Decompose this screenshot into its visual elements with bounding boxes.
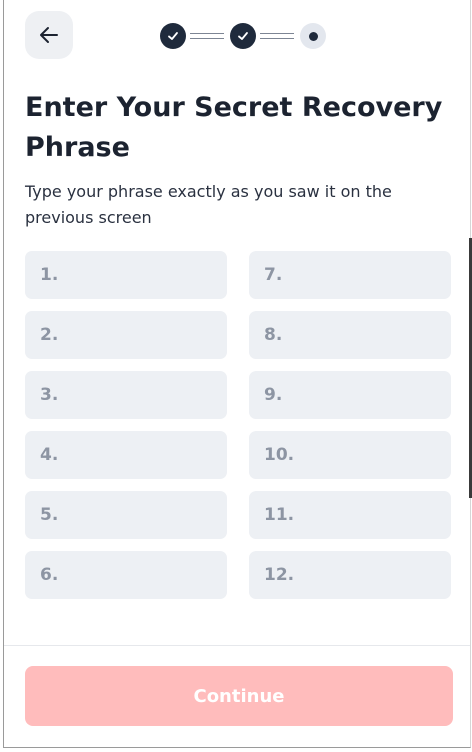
arrow-left-icon — [40, 27, 58, 43]
step-1-completed — [160, 23, 186, 49]
back-button[interactable] — [25, 11, 73, 59]
phrase-word-9-input[interactable]: 9. — [249, 371, 451, 419]
phrase-word-7-input[interactable]: 7. — [249, 251, 451, 299]
phrase-word-10-input[interactable]: 10. — [249, 431, 451, 479]
phrase-word-2-input[interactable]: 2. — [25, 311, 227, 359]
step-connector — [260, 33, 294, 39]
page-title: Enter Your Secret Recovery Phrase — [25, 92, 443, 163]
phrase-word-1-input[interactable]: 1. — [25, 251, 227, 299]
step-2-completed — [230, 23, 256, 49]
footer-divider — [4, 645, 470, 646]
step-connector — [190, 33, 224, 39]
phrase-word-12-input[interactable]: 12. — [249, 551, 451, 599]
phrase-word-3-input[interactable]: 3. — [25, 371, 227, 419]
check-icon — [168, 32, 178, 40]
continue-button[interactable]: Continue — [25, 666, 453, 726]
phrase-word-8-input[interactable]: 8. — [249, 311, 451, 359]
phrase-word-11-input[interactable]: 11. — [249, 491, 451, 539]
page-subtitle: Type your phrase exactly as you saw it o… — [25, 182, 392, 227]
check-icon — [238, 32, 248, 40]
step-3-current — [300, 23, 326, 49]
phrase-word-4-input[interactable]: 4. — [25, 431, 227, 479]
progress-stepper — [160, 23, 326, 49]
phrase-word-6-input[interactable]: 6. — [25, 551, 227, 599]
phrase-word-5-input[interactable]: 5. — [25, 491, 227, 539]
dot-icon — [308, 31, 318, 41]
